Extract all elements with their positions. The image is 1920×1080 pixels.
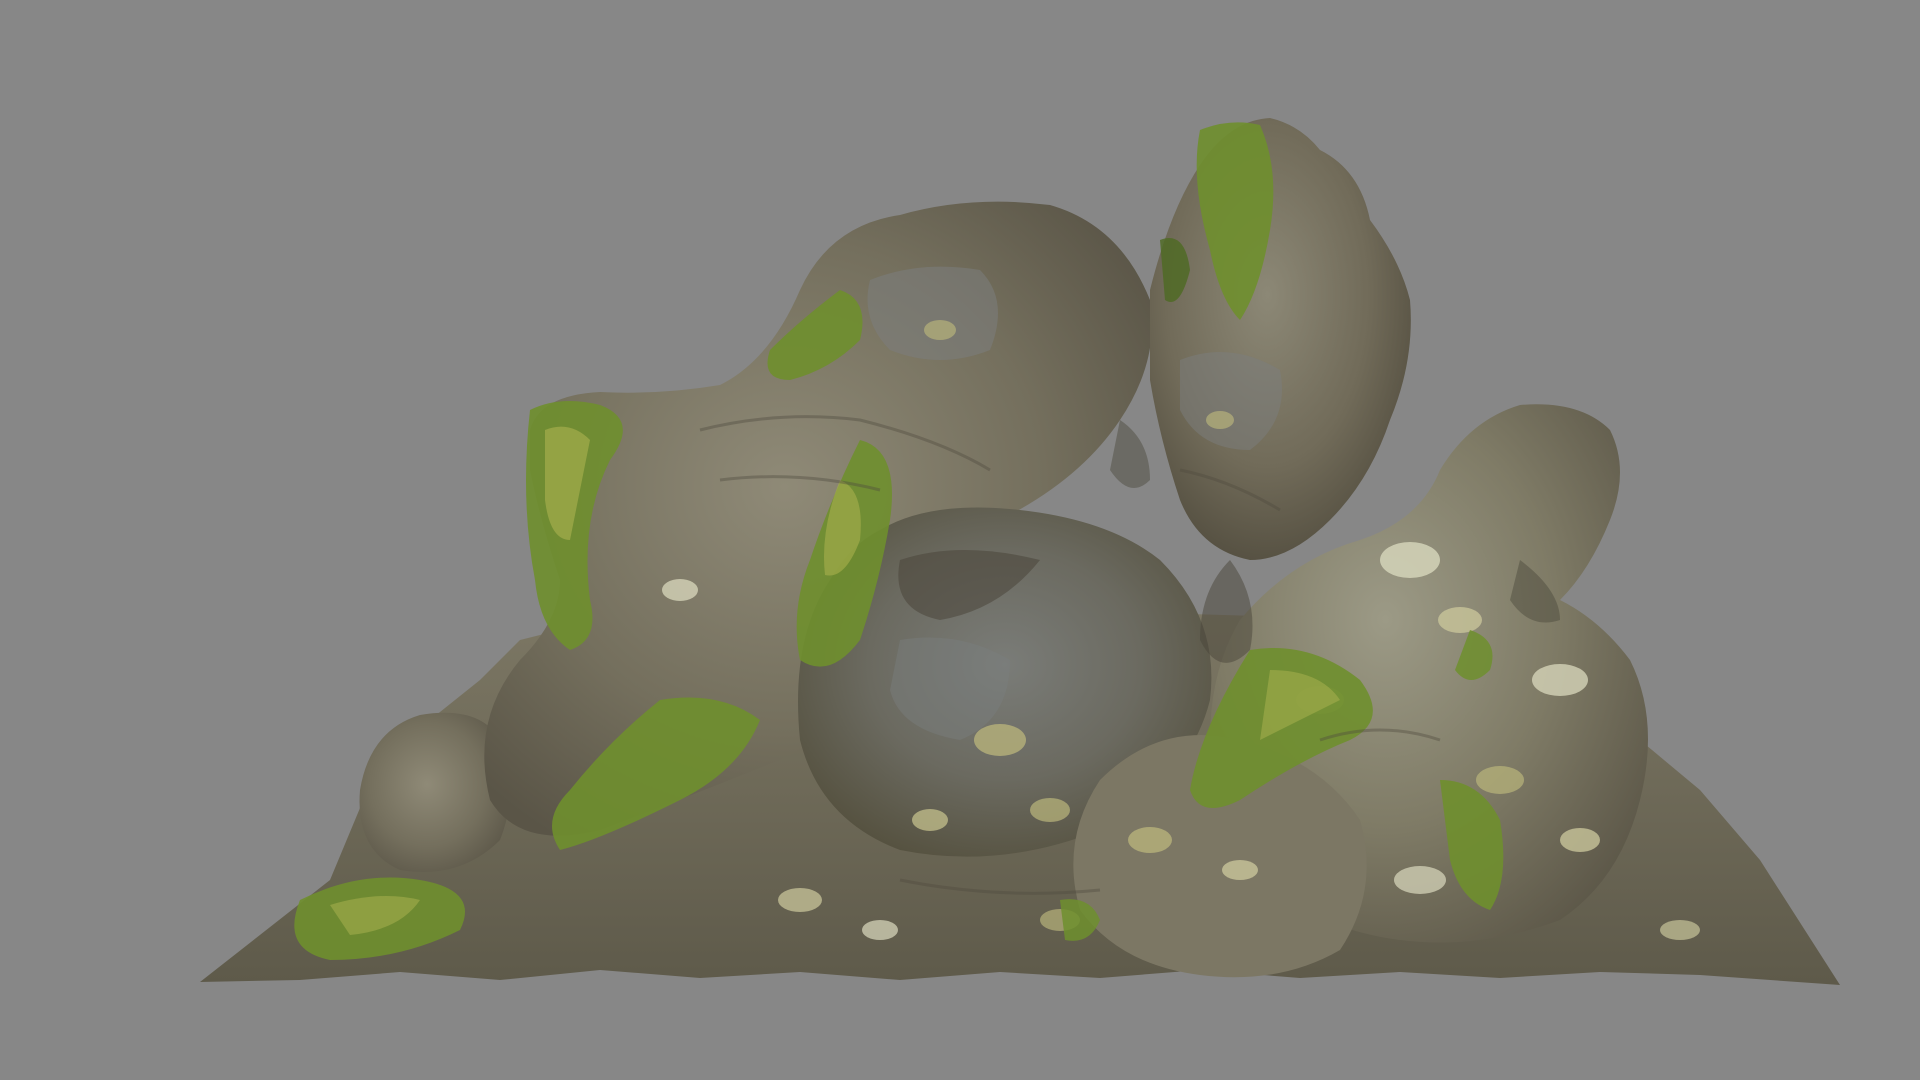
crevice (1200, 560, 1253, 663)
rock-face (867, 266, 998, 360)
viewport (0, 0, 1920, 1080)
rock-peak (1150, 118, 1411, 560)
rock-formation-icon (200, 118, 1840, 985)
crevice (1110, 420, 1150, 488)
